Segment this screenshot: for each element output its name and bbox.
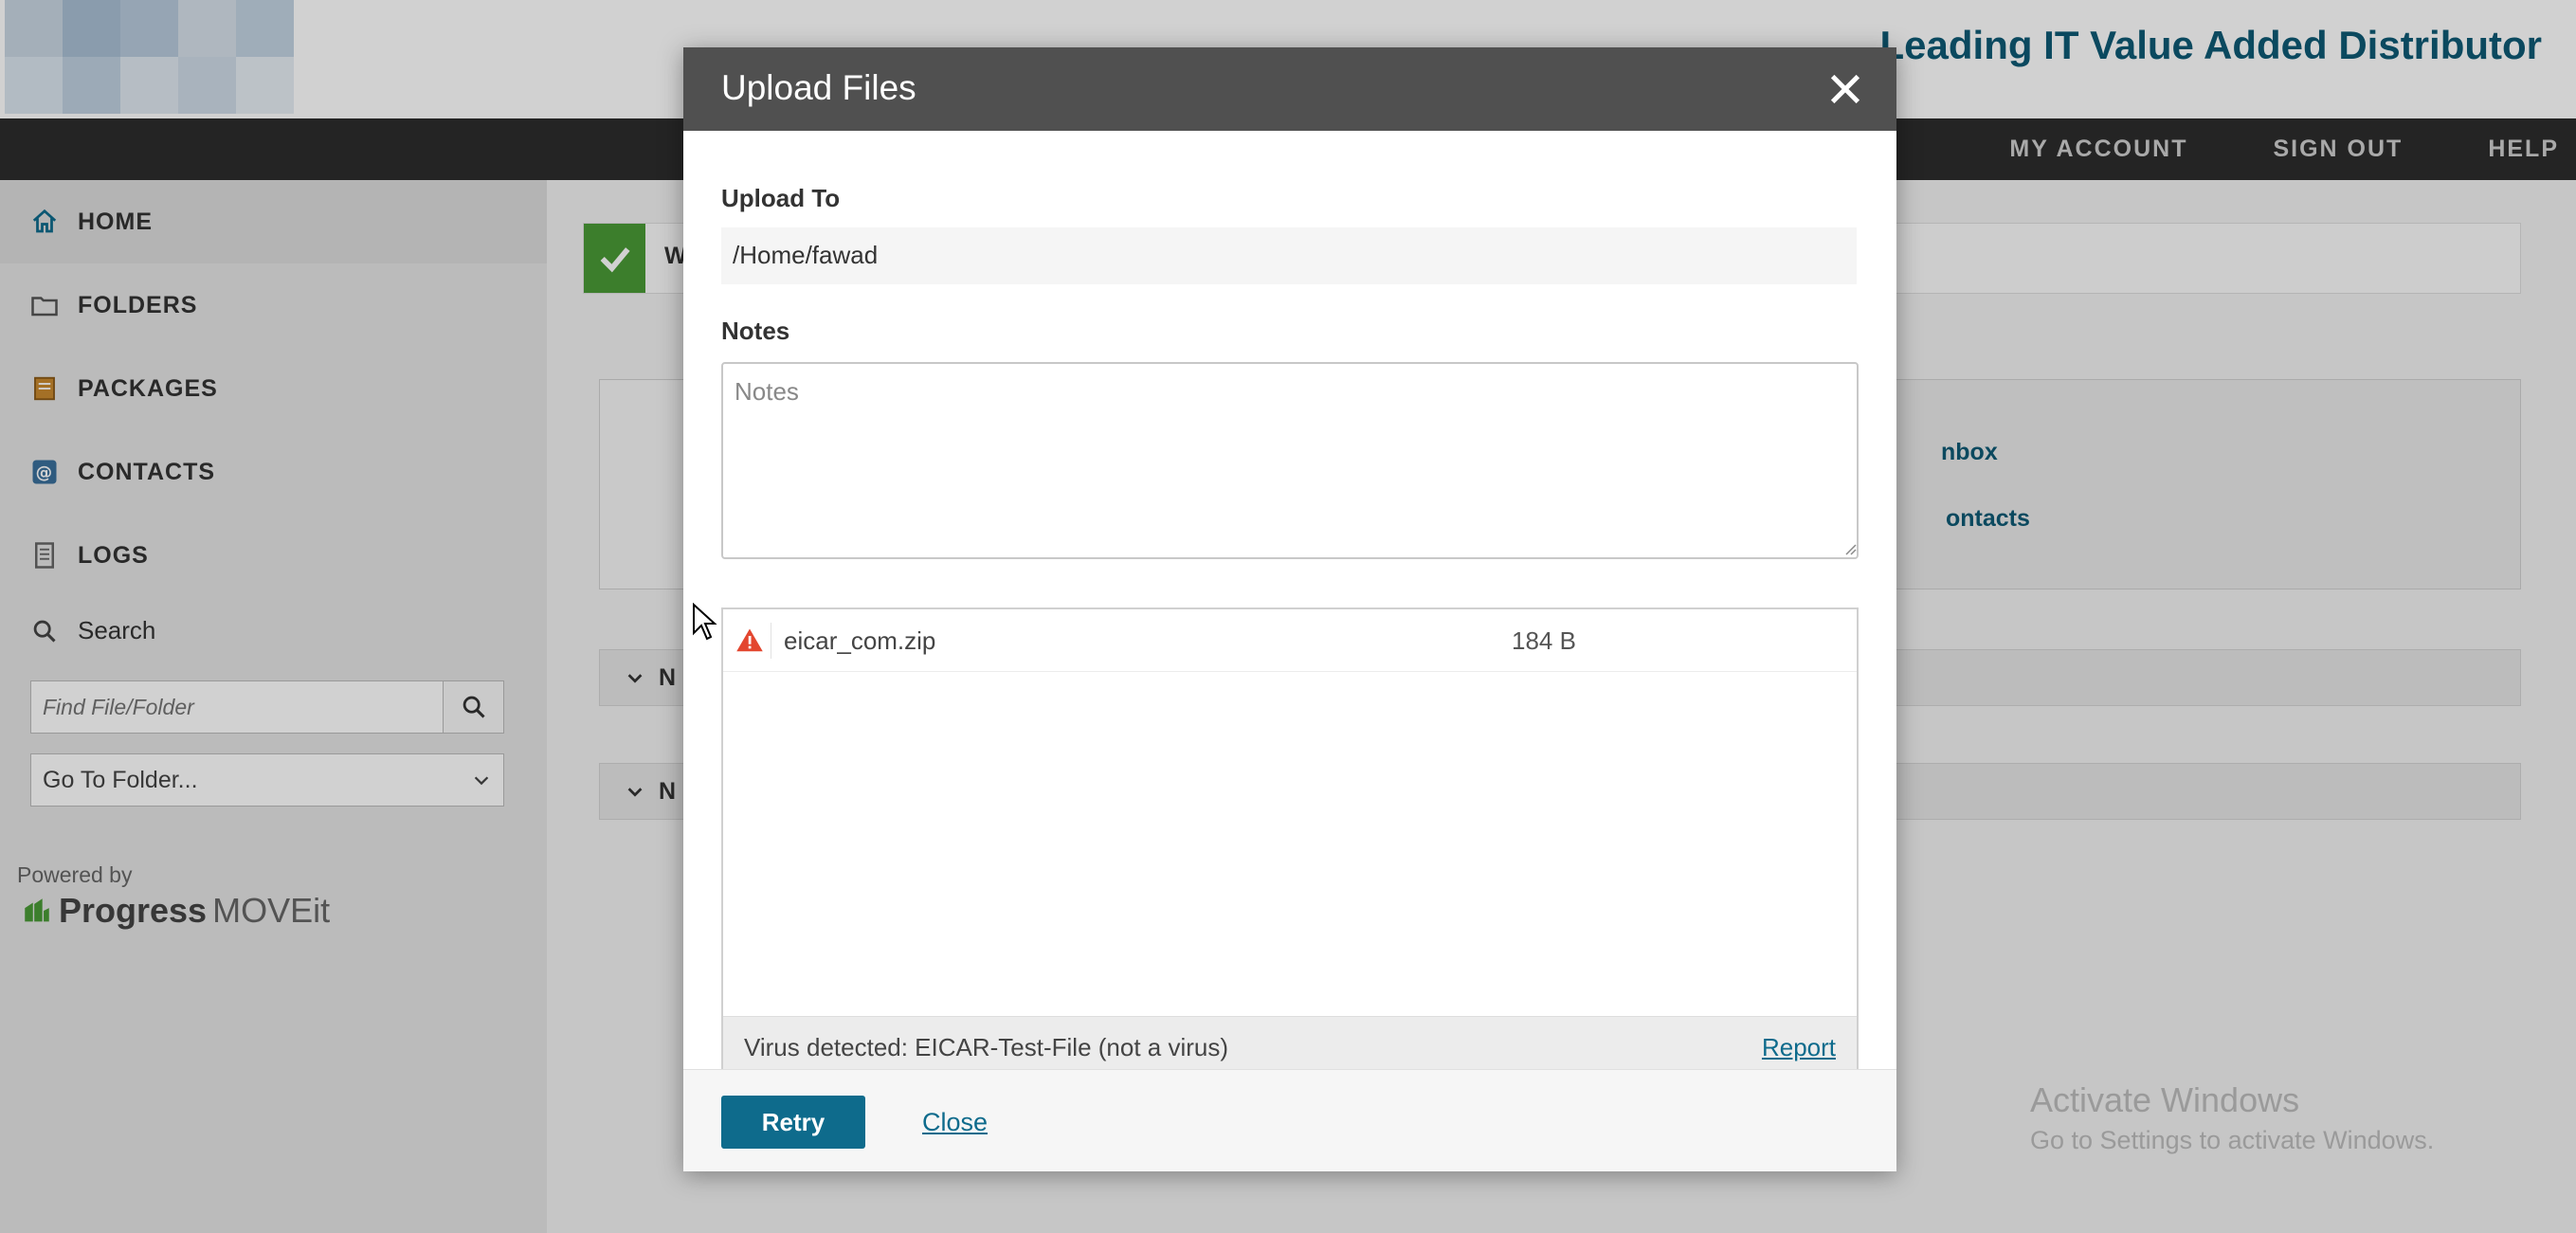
resize-grip-icon[interactable] [1841, 540, 1857, 555]
dialog-close-button[interactable] [1819, 63, 1872, 116]
upload-to-path: /Home/fawad [721, 227, 1857, 284]
notes-label: Notes [721, 317, 790, 345]
retry-button[interactable]: Retry [721, 1096, 865, 1149]
file-row: eicar_com.zip 184 B [723, 609, 1857, 672]
warning-icon [736, 628, 763, 652]
close-icon [1830, 74, 1860, 104]
report-link[interactable]: Report [1762, 1033, 1836, 1062]
file-size: 184 B [1512, 626, 1576, 655]
mouse-cursor-icon [693, 603, 717, 641]
notes-textarea[interactable] [721, 362, 1859, 559]
dialog-title: Upload Files [721, 68, 916, 107]
watermark-title: Activate Windows [2030, 1080, 2300, 1119]
watermark-subtitle: Go to Settings to activate Windows. [2030, 1126, 2435, 1154]
dialog-header: Upload Files [683, 47, 1896, 131]
file-status-bar: Virus detected: EICAR-Test-File (not a v… [723, 1016, 1857, 1076]
close-link[interactable]: Close [922, 1108, 988, 1137]
virus-status-message: Virus detected: EICAR-Test-File (not a v… [744, 1033, 1229, 1061]
upload-to-label: Upload To [721, 184, 841, 212]
upload-files-dialog: Upload Files Upload To /Home/fawad Notes… [683, 47, 1896, 1171]
dialog-footer: Retry Close [683, 1069, 1896, 1171]
file-list: eicar_com.zip 184 B Virus detected: EICA… [721, 607, 1859, 1078]
file-name: eicar_com.zip [784, 626, 936, 655]
windows-activation-watermark: Activate Windows Go to Settings to activ… [2030, 1080, 2434, 1155]
